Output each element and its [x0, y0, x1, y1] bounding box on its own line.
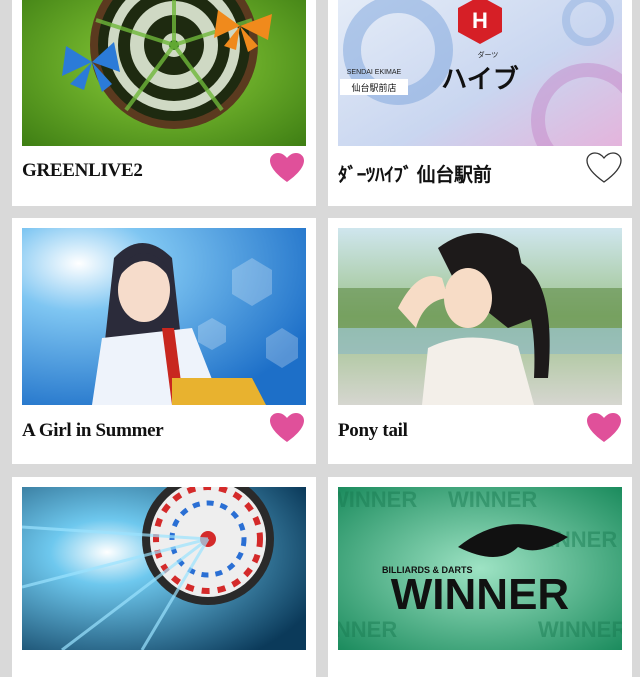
- favorite-heart-icon[interactable]: [269, 412, 305, 444]
- theme-title: ﾀﾞｰﾂﾊｲﾌﾞ 仙台駅前: [338, 165, 492, 186]
- theme-title: A Girl in Summer: [22, 420, 164, 441]
- theme-thumbnail[interactable]: [338, 228, 622, 405]
- theme-thumbnail[interactable]: [22, 0, 306, 146]
- theme-thumbnail[interactable]: [22, 487, 306, 650]
- svg-text:WINNER: WINNER: [538, 617, 622, 642]
- svg-text:ダーツ: ダーツ: [478, 50, 499, 59]
- theme-thumbnail[interactable]: [22, 228, 306, 405]
- darts-butterfly-image: [22, 0, 306, 146]
- theme-card[interactable]: WINNER WINNER WINNER WINNER WINNER BILLI…: [328, 477, 632, 677]
- theme-title: Pony tail: [338, 420, 408, 441]
- favorite-heart-icon[interactable]: [586, 412, 622, 444]
- dartboard-burst-image: [22, 487, 306, 650]
- svg-text:WINNER: WINNER: [338, 617, 397, 642]
- svg-text:SENDAI EKIMAE: SENDAI EKIMAE: [347, 69, 402, 76]
- winner-logo-image: WINNER WINNER WINNER WINNER WINNER BILLI…: [338, 487, 622, 650]
- darts-hive-image: H ダーツ ハイブ SENDAI EKIMAE 仙台駅前店: [338, 0, 622, 146]
- theme-thumbnail[interactable]: WINNER WINNER WINNER WINNER WINNER BILLI…: [338, 487, 622, 650]
- theme-card[interactable]: [12, 477, 316, 677]
- ponytail-girl-image: [338, 228, 622, 405]
- theme-card[interactable]: A Girl in Summer: [12, 218, 316, 464]
- svg-text:WINNER: WINNER: [391, 570, 569, 619]
- favorite-heart-icon[interactable]: [586, 152, 622, 184]
- favorite-heart-icon[interactable]: [269, 152, 305, 184]
- svg-text:WINNER: WINNER: [338, 487, 417, 512]
- svg-text:H: H: [472, 8, 488, 33]
- theme-card[interactable]: Pony tail: [328, 218, 632, 464]
- theme-title: GREENLIVE2: [22, 160, 143, 181]
- theme-card[interactable]: GREENLIVE2: [12, 0, 316, 206]
- svg-text:ハイブ: ハイブ: [441, 64, 518, 95]
- svg-text:仙台駅前店: 仙台駅前店: [351, 82, 396, 94]
- theme-thumbnail[interactable]: H ダーツ ハイブ SENDAI EKIMAE 仙台駅前店: [338, 0, 622, 146]
- summer-girl-image: [22, 228, 306, 405]
- theme-card[interactable]: H ダーツ ハイブ SENDAI EKIMAE 仙台駅前店 ﾀﾞｰﾂﾊｲﾌﾞ 仙…: [328, 0, 632, 206]
- svg-text:WINNER: WINNER: [448, 487, 537, 512]
